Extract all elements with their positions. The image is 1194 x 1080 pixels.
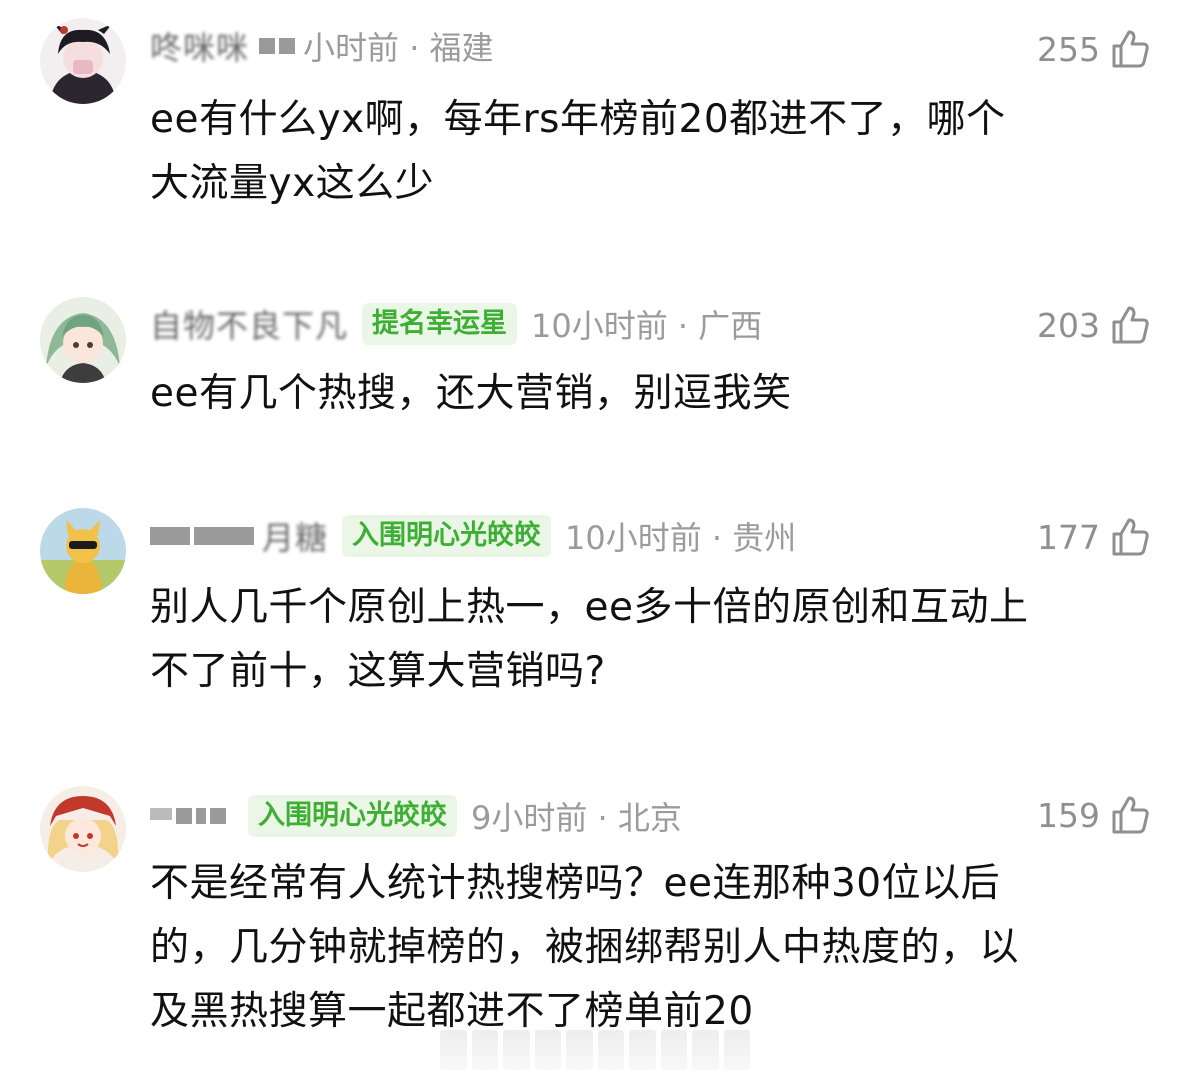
- thumbs-up-icon[interactable]: [1108, 303, 1152, 347]
- user-badge[interactable]: 入围明心光皎皎: [248, 795, 457, 837]
- avatar[interactable]: [40, 297, 126, 383]
- like-button[interactable]: 177: [1037, 512, 1152, 562]
- blurred-mosaic: [150, 527, 254, 545]
- comment-text: ee有什么yx啊，每年rs年榜前20都进不了，哪个 大流量yx这么少: [150, 97, 1006, 206]
- comment-meta: 月糖 入围明心光皎皎 10小时前 · 贵州: [150, 514, 796, 558]
- thumbs-up-icon[interactable]: [1108, 515, 1152, 559]
- comment-text: 不是经常有人统计热搜榜吗？ee连那种30位以后 的，几分钟就掉榜的，被捆绑帮别人…: [150, 861, 1020, 1034]
- avatar[interactable]: [40, 786, 126, 872]
- username[interactable]: 自物不良下凡: [150, 301, 348, 347]
- comment-meta: 自物不良下凡 提名幸运星 10小时前 · 广西: [150, 302, 762, 346]
- user-badge[interactable]: 入围明心光皎皎: [342, 515, 552, 557]
- time-location: 小时前 · 福建: [303, 29, 494, 67]
- like-button[interactable]: 255: [1037, 24, 1152, 74]
- like-count: 203: [1037, 305, 1100, 345]
- thumbs-up-icon[interactable]: [1108, 27, 1152, 71]
- thumbs-up-icon[interactable]: [1108, 793, 1152, 837]
- avatar[interactable]: [40, 508, 126, 594]
- avatar[interactable]: [40, 18, 126, 104]
- time-location: 10小时前 · 广西: [531, 307, 763, 345]
- comment-text: 别人几千个原创上热一，ee多十倍的原创和互动上 不了前十，这算大营销吗?: [150, 585, 1029, 694]
- time-location: 10小时前 · 贵州: [565, 519, 797, 557]
- like-count: 159: [1037, 795, 1100, 835]
- username[interactable]: 月糖: [262, 513, 328, 559]
- like-button[interactable]: 159: [1037, 790, 1152, 840]
- username[interactable]: 咚咪咪: [150, 23, 249, 69]
- comment-meta: 咚咪咪 小时前 · 福建: [150, 24, 494, 68]
- like-count: 255: [1037, 29, 1100, 69]
- comment-text: ee有几个热搜，还大营销，别逗我笑: [150, 371, 792, 416]
- user-badge[interactable]: 提名幸运星: [362, 303, 518, 345]
- like-button[interactable]: 203: [1037, 300, 1152, 350]
- blurred-mosaic: [259, 38, 296, 54]
- time-location: 9小时前 · 北京: [471, 799, 682, 837]
- blurred-watermark: [440, 1030, 750, 1070]
- comment-list: 咚咪咪 小时前 · 福建 255 ee有什么yx啊，每年rs年榜前20都进不了，…: [0, 0, 1194, 1080]
- blurred-mosaic: [150, 808, 226, 824]
- comment-meta: 入围明心光皎皎 9小时前 · 北京: [150, 794, 682, 838]
- like-count: 177: [1037, 517, 1100, 557]
